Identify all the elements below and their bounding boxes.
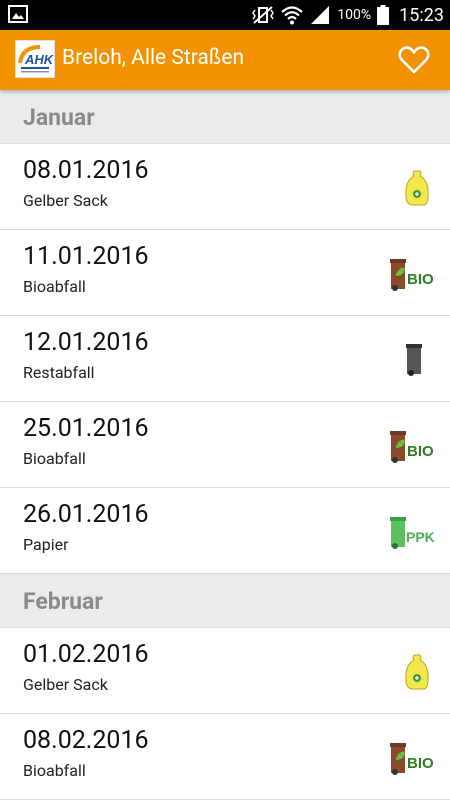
yellow-bag-icon <box>405 654 429 690</box>
page-title: Breloh, Alle Straßen <box>62 46 245 70</box>
image-notification-icon <box>8 5 28 23</box>
wifi-icon <box>281 6 304 25</box>
pickup-date: 12.01.2016 <box>23 328 149 357</box>
pickup-date: 26.01.2016 <box>23 500 149 529</box>
app-bar: AHK Breloh, Alle Straßen <box>0 30 450 90</box>
waste-type: Bioabfall <box>23 277 86 296</box>
bio-bin-icon: BIO <box>390 259 434 291</box>
paper-bin-icon: PPK <box>390 517 435 549</box>
waste-type: Bioabfall <box>23 761 86 780</box>
waste-type: Gelber Sack <box>23 191 108 210</box>
svg-text:AHK: AHK <box>24 52 54 67</box>
status-bar: 100% 15:23 <box>0 0 450 30</box>
list-item[interactable]: 11.01.2016 Bioabfall BIO <box>0 230 450 316</box>
heart-icon <box>398 46 430 74</box>
waste-type: Restabfall <box>23 363 95 382</box>
mute-vibrate-icon <box>252 6 275 24</box>
pickup-date: 11.01.2016 <box>23 242 149 271</box>
waste-type: Gelber Sack <box>23 675 108 694</box>
residual-bin-icon <box>406 344 422 376</box>
pickup-date: 01.02.2016 <box>23 640 149 669</box>
bio-bin-icon: BIO <box>390 743 434 775</box>
waste-type: Bioabfall <box>23 449 86 468</box>
list-item[interactable]: 26.01.2016 Papier PPK <box>0 488 450 574</box>
svg-text:PPK: PPK <box>406 529 435 545</box>
pickup-date: 08.01.2016 <box>23 156 149 185</box>
clock: 15:23 <box>399 4 444 26</box>
pickup-date: 08.02.2016 <box>23 726 149 755</box>
collection-list: Januar 08.01.2016 Gelber Sack 11.01.2016… <box>0 90 450 800</box>
section-header-januar: Januar <box>0 90 450 144</box>
signal-icon <box>311 6 330 24</box>
svg-text:BIO: BIO <box>407 271 434 288</box>
list-item[interactable]: 08.02.2016 Bioabfall BIO <box>0 714 450 800</box>
svg-text:BIO: BIO <box>407 755 434 772</box>
list-item[interactable]: 08.01.2016 Gelber Sack <box>0 144 450 230</box>
section-header-februar: Februar <box>0 574 450 628</box>
svg-text:BIO: BIO <box>407 443 434 460</box>
list-item[interactable]: 25.01.2016 Bioabfall BIO <box>0 402 450 488</box>
ahk-logo: AHK <box>15 40 55 78</box>
pickup-date: 25.01.2016 <box>23 414 149 443</box>
battery-icon <box>377 5 390 25</box>
list-item[interactable]: 01.02.2016 Gelber Sack <box>0 628 450 714</box>
waste-type: Papier <box>23 535 69 554</box>
yellow-bag-icon <box>405 170 429 206</box>
list-item[interactable]: 12.01.2016 Restabfall <box>0 316 450 402</box>
bio-bin-icon: BIO <box>390 431 434 463</box>
favorite-button[interactable] <box>398 44 430 76</box>
battery-percent: 100% <box>337 7 372 23</box>
